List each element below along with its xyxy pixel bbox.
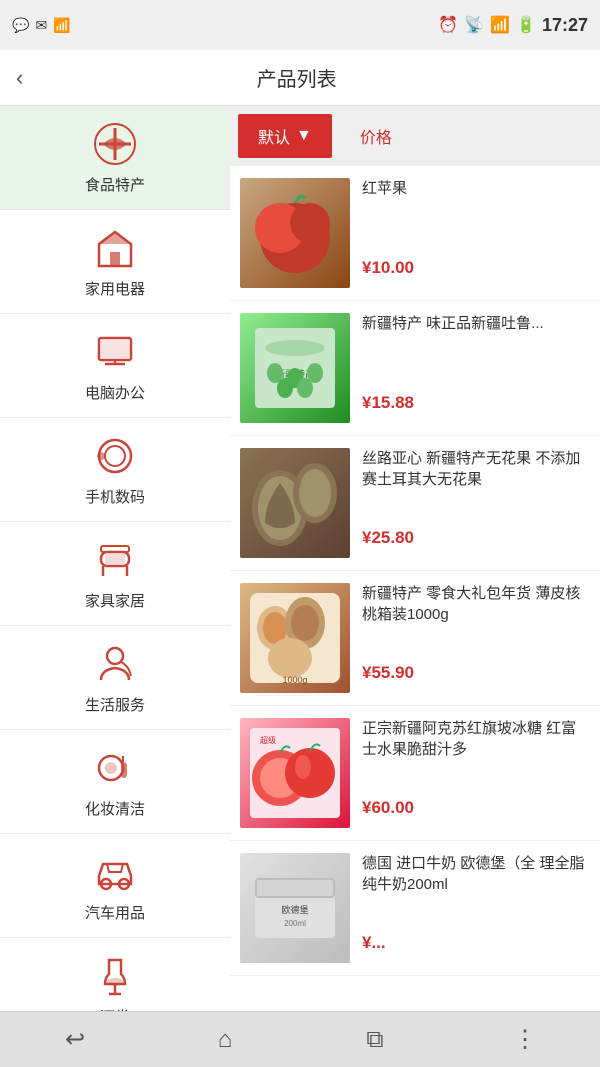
product-item-2[interactable]: 新疆特产 新疆特产 味正品新疆吐鲁... ¥15.88 <box>230 301 600 436</box>
wechat-icon: 💬 <box>12 17 29 34</box>
sidebar-item-car[interactable]: 汽车用品 <box>0 834 230 938</box>
sort-bar: 默认 ▼ 价格 <box>230 106 600 166</box>
sidebar-item-furniture[interactable]: 家具家居 <box>0 522 230 626</box>
status-bar: 💬 ✉ 📶 ⏰ 📡 📶 🔋 17:27 <box>0 0 600 50</box>
sidebar-item-appliance[interactable]: 家用电器 <box>0 210 230 314</box>
product-price-4: ¥55.90 <box>362 663 590 683</box>
status-icons-right: ⏰ 📡 📶 🔋 17:27 <box>438 15 588 36</box>
sort-arrow-icon: ▼ <box>296 127 312 145</box>
status-icons-left: 💬 ✉ 📶 <box>12 17 71 34</box>
wifi-icon: 📶 <box>53 17 70 34</box>
appliance-icon <box>91 224 139 272</box>
food-icon <box>91 120 139 168</box>
sidebar-item-furniture-label: 家具家居 <box>85 590 145 611</box>
product-info-2: 新疆特产 味正品新疆吐鲁... ¥15.88 <box>362 313 590 413</box>
nav-recent-button[interactable]: ⧉ <box>350 1020 400 1060</box>
product-price-2: ¥15.88 <box>362 393 590 413</box>
product-image-1 <box>240 178 350 288</box>
product-info-4: 新疆特产 零食大礼包年货 薄皮核桃箱装1000g ¥55.90 <box>362 583 590 683</box>
header: ‹ 产品列表 <box>0 50 600 106</box>
computer-icon <box>91 328 139 376</box>
message-icon: ✉ <box>35 17 47 34</box>
product-name-5: 正宗新疆阿克苏红旗坡冰糖 红富士水果脆甜汁多 <box>362 718 590 760</box>
page-title: 产品列表 <box>39 63 554 92</box>
product-price-6: ¥... <box>362 933 590 953</box>
nav-menu-button[interactable]: ⋮ <box>500 1020 550 1060</box>
product-price-3: ¥25.80 <box>362 528 590 548</box>
alarm-icon: ⏰ <box>438 15 458 35</box>
sidebar-item-life[interactable]: 生活服务 <box>0 626 230 730</box>
sidebar-item-computer-label: 电脑办公 <box>85 382 145 403</box>
phone-icon <box>91 432 139 480</box>
sidebar-item-computer[interactable]: 电脑办公 <box>0 314 230 418</box>
product-image-5: 超级 <box>240 718 350 828</box>
svg-text:200ml: 200ml <box>284 919 306 928</box>
product-info-3: 丝路亚心 新疆特产无花果 不添加赛土耳其大无花果 ¥25.80 <box>362 448 590 548</box>
sidebar-item-appliance-label: 家用电器 <box>85 278 145 299</box>
product-name-6: 德国 进口牛奶 欧德堡（全 理全脂纯牛奶200ml <box>362 853 590 895</box>
sidebar-item-food[interactable]: 食品特产 <box>0 106 230 210</box>
cosmetic-icon <box>91 744 139 792</box>
product-area: 默认 ▼ 价格 <box>230 106 600 1011</box>
main-content: 食品特产 家用电器 电脑办公 <box>0 106 600 1011</box>
product-image-6: 欧德堡 200ml <box>240 853 350 963</box>
wine-icon <box>91 952 139 1000</box>
product-image-3 <box>240 448 350 558</box>
sidebar-item-wine[interactable]: 酒类 <box>0 938 230 1011</box>
product-list: 红苹果 ¥10.00 新疆特产 <box>230 166 600 1011</box>
product-name-3: 丝路亚心 新疆特产无花果 不添加赛土耳其大无花果 <box>362 448 590 490</box>
product-item-5[interactable]: 超级 正宗新疆阿克苏红旗坡冰糖 红富士水果脆甜汁多 ¥60.00 <box>230 706 600 841</box>
car-icon <box>91 848 139 896</box>
product-price-1: ¥10.00 <box>362 258 590 278</box>
product-name-2: 新疆特产 味正品新疆吐鲁... <box>362 313 590 334</box>
product-price-5: ¥60.00 <box>362 798 590 818</box>
sort-price-label: 价格 <box>360 130 392 147</box>
sidebar-item-cosmetic[interactable]: 化妆清洁 <box>0 730 230 834</box>
sidebar-item-phone-label: 手机数码 <box>85 486 145 507</box>
product-info-5: 正宗新疆阿克苏红旗坡冰糖 红富士水果脆甜汁多 ¥60.00 <box>362 718 590 818</box>
life-icon <box>91 640 139 688</box>
sort-price-button[interactable]: 价格 <box>340 114 412 158</box>
nav-home-button[interactable]: ⌂ <box>200 1020 250 1060</box>
product-name-1: 红苹果 <box>362 178 590 199</box>
category-sidebar: 食品特产 家用电器 电脑办公 <box>0 106 230 1011</box>
svg-text:超级: 超级 <box>260 735 276 745</box>
sort-default-label: 默认 <box>258 124 290 148</box>
sidebar-item-food-label: 食品特产 <box>85 174 145 195</box>
battery-icon: 🔋 <box>516 15 536 35</box>
product-image-4: 1000g <box>240 583 350 693</box>
svg-text:1000g: 1000g <box>282 675 307 685</box>
back-button[interactable]: ‹ <box>16 65 23 91</box>
sidebar-item-phone[interactable]: 手机数码 <box>0 418 230 522</box>
nav-back-button[interactable]: ↩ <box>50 1020 100 1060</box>
product-item-4[interactable]: 1000g 新疆特产 零食大礼包年货 薄皮核桃箱装1000g ¥55.90 <box>230 571 600 706</box>
product-item-6[interactable]: 欧德堡 200ml 德国 进口牛奶 欧德堡（全 理全脂纯牛奶200ml ¥... <box>230 841 600 976</box>
sidebar-item-cosmetic-label: 化妆清洁 <box>85 798 145 819</box>
product-item-3[interactable]: 丝路亚心 新疆特产无花果 不添加赛土耳其大无花果 ¥25.80 <box>230 436 600 571</box>
time-display: 17:27 <box>542 15 588 36</box>
sort-default-button[interactable]: 默认 ▼ <box>238 114 332 158</box>
product-name-4: 新疆特产 零食大礼包年货 薄皮核桃箱装1000g <box>362 583 590 625</box>
wifi2-icon: 📡 <box>464 15 484 35</box>
product-info-6: 德国 进口牛奶 欧德堡（全 理全脂纯牛奶200ml ¥... <box>362 853 590 953</box>
bottom-navigation: ↩ ⌂ ⧉ ⋮ <box>0 1011 600 1067</box>
sidebar-item-car-label: 汽车用品 <box>85 902 145 923</box>
product-item-1[interactable]: 红苹果 ¥10.00 <box>230 166 600 301</box>
sidebar-item-wine-label: 酒类 <box>100 1006 130 1011</box>
product-info-1: 红苹果 ¥10.00 <box>362 178 590 278</box>
signal-icon: 📶 <box>490 15 510 35</box>
product-image-2: 新疆特产 <box>240 313 350 423</box>
sidebar-item-life-label: 生活服务 <box>85 694 145 715</box>
svg-text:欧德堡: 欧德堡 <box>281 904 308 915</box>
furniture-icon <box>91 536 139 584</box>
